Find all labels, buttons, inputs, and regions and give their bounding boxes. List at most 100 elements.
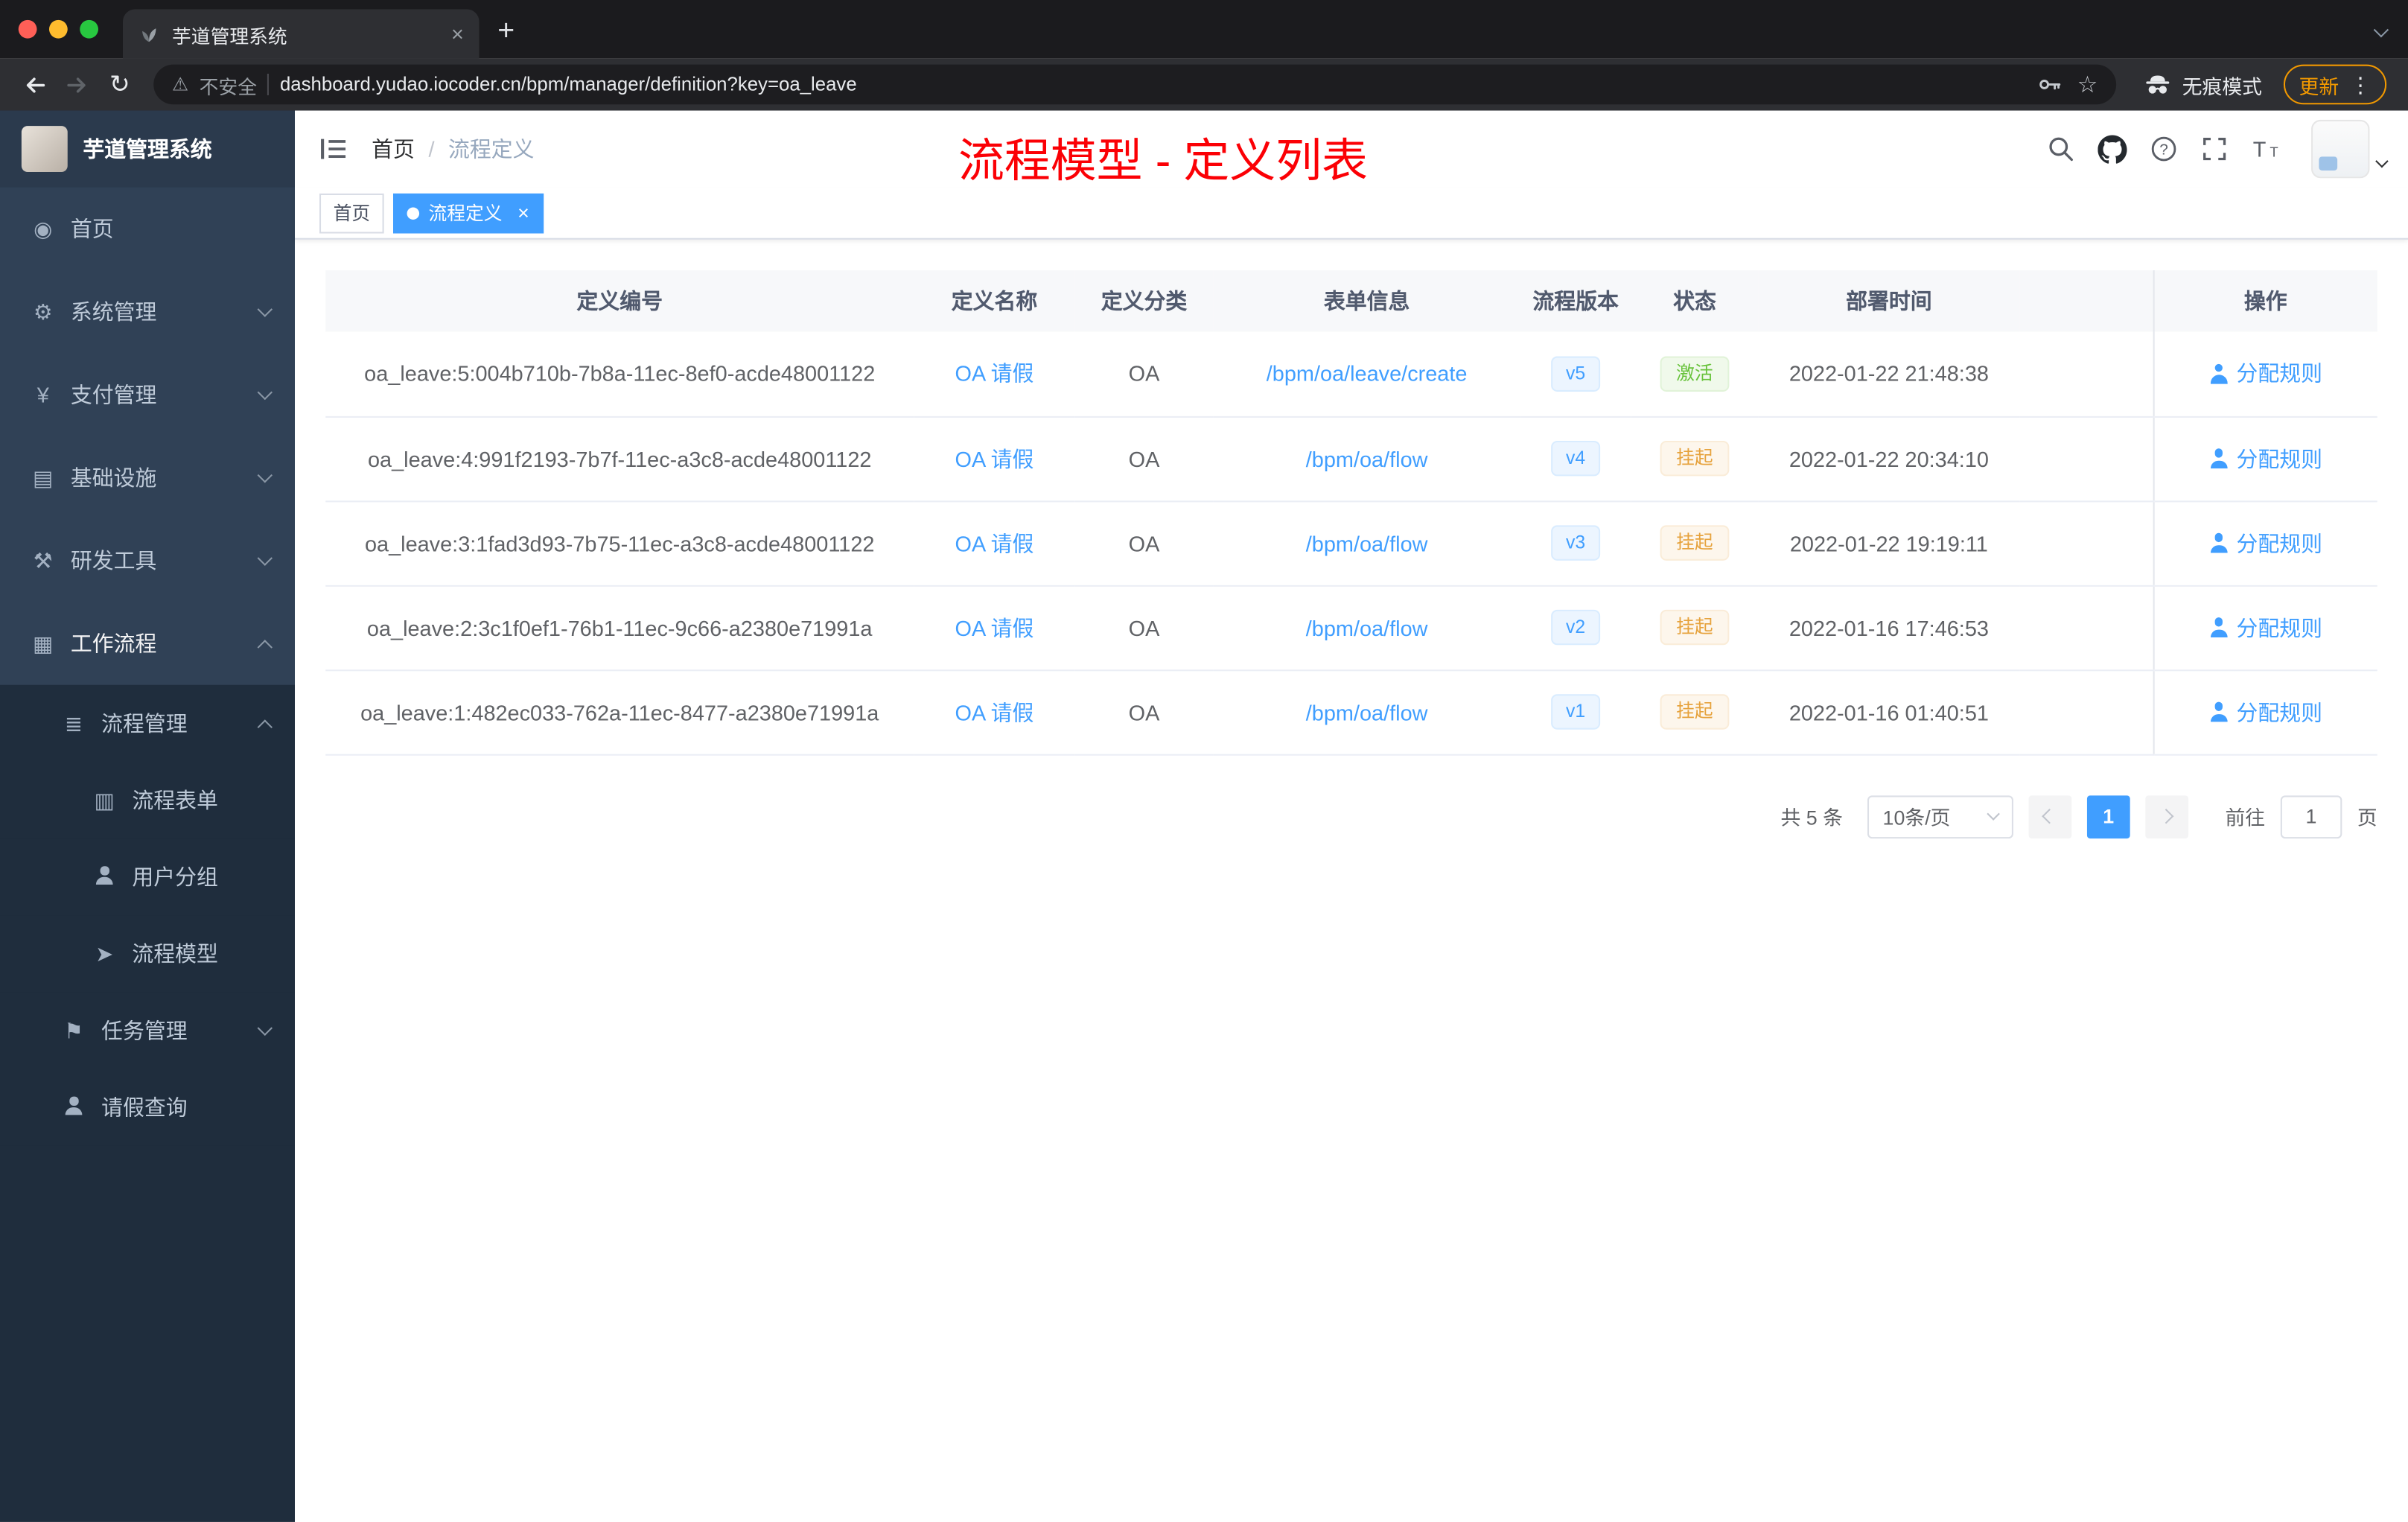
page-size-select[interactable]: 10条/页 [1867, 795, 2013, 838]
chevron-down-icon [1987, 806, 2000, 820]
password-key-icon[interactable] [2037, 72, 2062, 97]
deploy-time: 2022-01-22 21:48:38 [1789, 361, 1989, 386]
assign-rule-link[interactable]: 分配规则 [2208, 527, 2323, 558]
sidebar-item-payment-mgmt[interactable]: ¥ 支付管理 [0, 353, 295, 436]
window-minimize-button[interactable] [49, 19, 68, 39]
flag-icon: ⚑ [64, 1017, 83, 1042]
form-link[interactable]: /bpm/oa/leave/create [1267, 361, 1468, 386]
pagination-total: 共 5 条 [1780, 806, 1843, 830]
chevron-down-icon [257, 550, 273, 565]
yen-icon: ¥ [36, 382, 49, 407]
goto-page-input[interactable] [2280, 795, 2342, 838]
definition-id: oa_leave:2:3c1f0ef1-76b1-11ec-9c66-a2380… [366, 615, 873, 640]
fullscreen-icon[interactable] [2201, 136, 2229, 163]
table-row: oa_leave:4:991f2193-7b7f-11ec-a3c8-acde4… [325, 415, 2377, 502]
definition-category: OA [1128, 446, 1160, 471]
table-row: oa_leave:3:1fad3d93-7b75-11ec-a3c8-acde4… [325, 500, 2377, 586]
incognito-label: 无痕模式 [2182, 74, 2263, 98]
status-badge: 挂起 [1660, 694, 1729, 730]
status-badge: 挂起 [1660, 440, 1729, 477]
definition-id: oa_leave:4:991f2193-7b7f-11ec-a3c8-acde4… [368, 446, 872, 471]
sidebar-item-leave-query[interactable]: 请假查询 [0, 1069, 295, 1146]
definition-id: oa_leave:5:004b710b-7b8a-11ec-8ef0-acde4… [364, 361, 876, 386]
tab-search-icon[interactable] [2373, 16, 2389, 43]
annotation-text: 流程模型 - 定义列表 [958, 136, 1369, 188]
status-badge: 挂起 [1660, 525, 1729, 561]
browser-tab-strip: 芋道管理系统 × + [0, 0, 2408, 59]
filler-cell [2019, 585, 2153, 671]
search-icon[interactable] [2047, 136, 2074, 163]
definition-category: OA [1128, 699, 1160, 725]
sidebar-item-dev-tools[interactable]: ⚒ 研发工具 [0, 519, 295, 602]
address-bar[interactable]: ⚠ 不安全 dashboard.yudao.iocoder.cn/bpm/man… [153, 64, 2117, 105]
forward-icon[interactable] [55, 63, 98, 106]
col-definition-id: 定义编号 [325, 270, 914, 332]
sidebar-toggle-icon[interactable] [295, 111, 372, 188]
tag-home[interactable]: 首页 [319, 192, 384, 233]
assign-rule-link[interactable]: 分配规则 [2208, 358, 2323, 389]
tag-process-definition[interactable]: 流程定义 × [393, 192, 544, 233]
back-icon[interactable] [13, 63, 56, 106]
form-link[interactable]: /bpm/oa/flow [1306, 446, 1428, 471]
tools-icon: ⚒ [33, 547, 53, 573]
user-avatar-menu[interactable] [2311, 119, 2389, 179]
definition-name-link[interactable]: OA 请假 [955, 615, 1033, 640]
definition-id: oa_leave:1:482ec033-762a-11ec-8477-a2380… [360, 699, 879, 725]
form-link[interactable]: /bpm/oa/flow [1306, 615, 1428, 640]
assign-rule-link[interactable]: 分配规则 [2208, 443, 2323, 474]
definition-name-link[interactable]: OA 请假 [955, 361, 1033, 386]
deploy-time: 2022-01-22 19:19:11 [1789, 530, 1988, 555]
person-icon [2208, 448, 2229, 468]
help-icon[interactable]: ? [2150, 136, 2178, 163]
definition-id: oa_leave:3:1fad3d93-7b75-11ec-a3c8-acde4… [364, 530, 875, 555]
browser-menu-icon[interactable]: ⋮ [2350, 71, 2372, 98]
chrome-update-button[interactable]: 更新 ⋮ [2283, 64, 2387, 105]
form-link[interactable]: /bpm/oa/flow [1306, 699, 1428, 724]
sidebar-item-system-mgmt[interactable]: ⚙ 系统管理 [0, 270, 295, 353]
app-logo[interactable]: 芋道管理系统 [0, 110, 295, 188]
window-zoom-button[interactable] [80, 19, 98, 39]
page-number-button[interactable]: 1 [2086, 795, 2130, 838]
sidebar-item-home[interactable]: ◉ 首页 [0, 188, 295, 270]
sidebar-item-workflow[interactable]: ▦ 工作流程 [0, 602, 295, 685]
sidebar-item-process-form[interactable]: ▥ 流程表单 [0, 762, 295, 839]
sidebar-item-process-mgmt[interactable]: ≣ 流程管理 [0, 684, 295, 762]
browser-toolbar: ↻ ⚠ 不安全 dashboard.yudao.iocoder.cn/bpm/m… [0, 58, 2408, 111]
tag-close-icon[interactable]: × [517, 201, 529, 224]
sidebar-item-process-model[interactable]: ➤ 流程模型 [0, 915, 295, 993]
github-icon[interactable] [2098, 134, 2127, 163]
active-dot [407, 206, 420, 219]
svg-text:T: T [2270, 144, 2278, 159]
sidebar-item-user-group[interactable]: 用户分组 [0, 838, 295, 916]
form-link[interactable]: /bpm/oa/flow [1306, 531, 1428, 555]
workflow-icon: ▦ [33, 630, 54, 655]
prev-page-button[interactable] [2028, 795, 2072, 838]
filler-cell [2019, 500, 2153, 586]
definition-name-link[interactable]: OA 请假 [955, 531, 1033, 555]
app-title: 芋道管理系统 [83, 136, 212, 162]
update-label: 更新 [2299, 74, 2339, 98]
chevron-down-icon [257, 301, 273, 316]
tab-close-icon[interactable]: × [451, 22, 464, 46]
gear-icon: ⚙ [33, 299, 53, 324]
version-tag: v3 [1550, 525, 1601, 561]
browser-tab[interactable]: 芋道管理系统 × [123, 9, 480, 59]
breadcrumb-home[interactable]: 首页 [372, 133, 415, 164]
reload-icon[interactable]: ↻ [98, 63, 141, 106]
sidebar-item-task-mgmt[interactable]: ⚑ 任务管理 [0, 992, 295, 1069]
definition-table: 定义编号 定义名称 定义分类 表单信息 流程版本 状态 部署时间 操作 oa_l… [325, 270, 2377, 755]
font-size-icon[interactable]: TT [2252, 136, 2282, 163]
new-tab-button[interactable]: + [497, 16, 515, 49]
assign-rule-link[interactable]: 分配规则 [2208, 612, 2323, 643]
incognito-icon [2146, 75, 2170, 94]
definition-name-link[interactable]: OA 请假 [955, 446, 1033, 471]
next-page-button[interactable] [2145, 795, 2188, 838]
assign-rule-link[interactable]: 分配规则 [2208, 696, 2323, 727]
pagination: 共 5 条 10条/页 1 前往 页 [325, 795, 2377, 838]
col-definition-category: 定义分类 [1074, 270, 1214, 332]
definition-category: OA [1128, 615, 1160, 640]
bookmark-star-icon[interactable]: ☆ [2077, 71, 2098, 98]
definition-name-link[interactable]: OA 请假 [955, 699, 1033, 724]
sidebar-item-infrastructure[interactable]: ▤ 基础设施 [0, 436, 295, 519]
window-close-button[interactable] [18, 19, 37, 39]
